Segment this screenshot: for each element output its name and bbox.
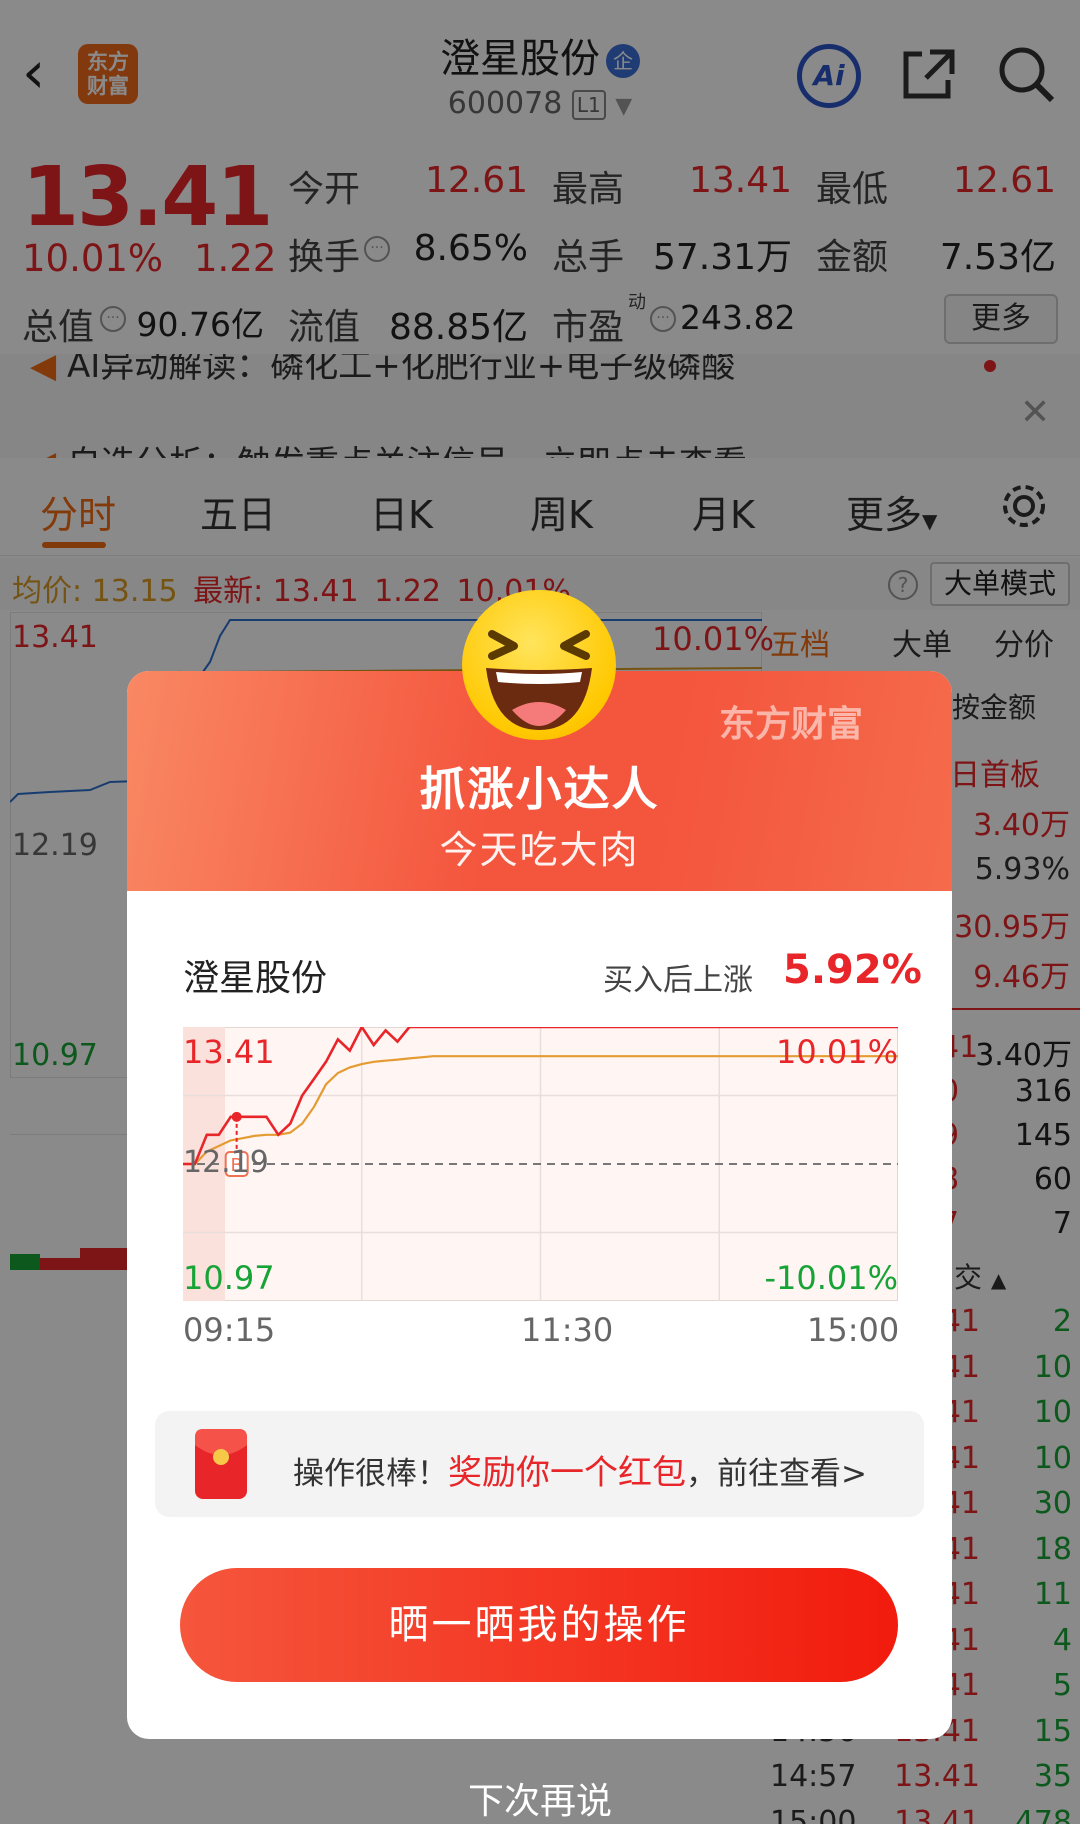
modal-stock-name: 澄星股份	[183, 958, 328, 999]
x-tick-mid: 11:30	[521, 1311, 614, 1349]
red-envelope-icon	[195, 1429, 247, 1499]
right-top-label: 10.01%	[775, 1033, 898, 1071]
y-mid-label: 12.19	[183, 1145, 269, 1180]
tip-suffix: ，前往查看>	[686, 1456, 867, 1492]
laughing-emoji-icon	[462, 590, 616, 740]
modal-subtitle: 今天吃大肉	[439, 828, 640, 872]
emoji-face	[486, 630, 592, 730]
mini-chart: B 13.41 12.19 10.97 10.01% -10.01%	[182, 1024, 899, 1302]
watermark-logo: 东方财富	[719, 704, 864, 745]
tip-highlight: 奖励你一个红包	[448, 1453, 686, 1493]
tip-prefix: 操作很棒！	[293, 1456, 448, 1492]
share-operation-button[interactable]: 晒一晒我的操作	[180, 1568, 898, 1682]
dismiss-later-button[interactable]: 下次再说	[0, 1772, 1080, 1824]
gain-value: 5.92%	[783, 947, 922, 993]
red-packet-tip[interactable]: 操作很棒！奖励你一个红包，前往查看>	[155, 1411, 924, 1517]
x-tick-end: 15:00	[807, 1311, 900, 1349]
tip-text: 操作很棒！奖励你一个红包，前往查看>	[293, 1445, 867, 1494]
y-top-label: 13.41	[183, 1033, 275, 1071]
y-bottom-label: 10.97	[183, 1259, 275, 1297]
gain-label: 买入后上涨	[603, 963, 753, 998]
right-bottom-label: -10.01%	[764, 1259, 898, 1297]
buy-point-dot	[231, 1111, 242, 1122]
x-tick-start: 09:15	[183, 1311, 276, 1349]
modal-title: 抓涨小达人	[419, 762, 660, 816]
achievement-modal: 东方财富 抓涨小达人 今天吃大肉 澄星股份 买入后上涨 5.92% B 13.4…	[127, 671, 952, 1739]
